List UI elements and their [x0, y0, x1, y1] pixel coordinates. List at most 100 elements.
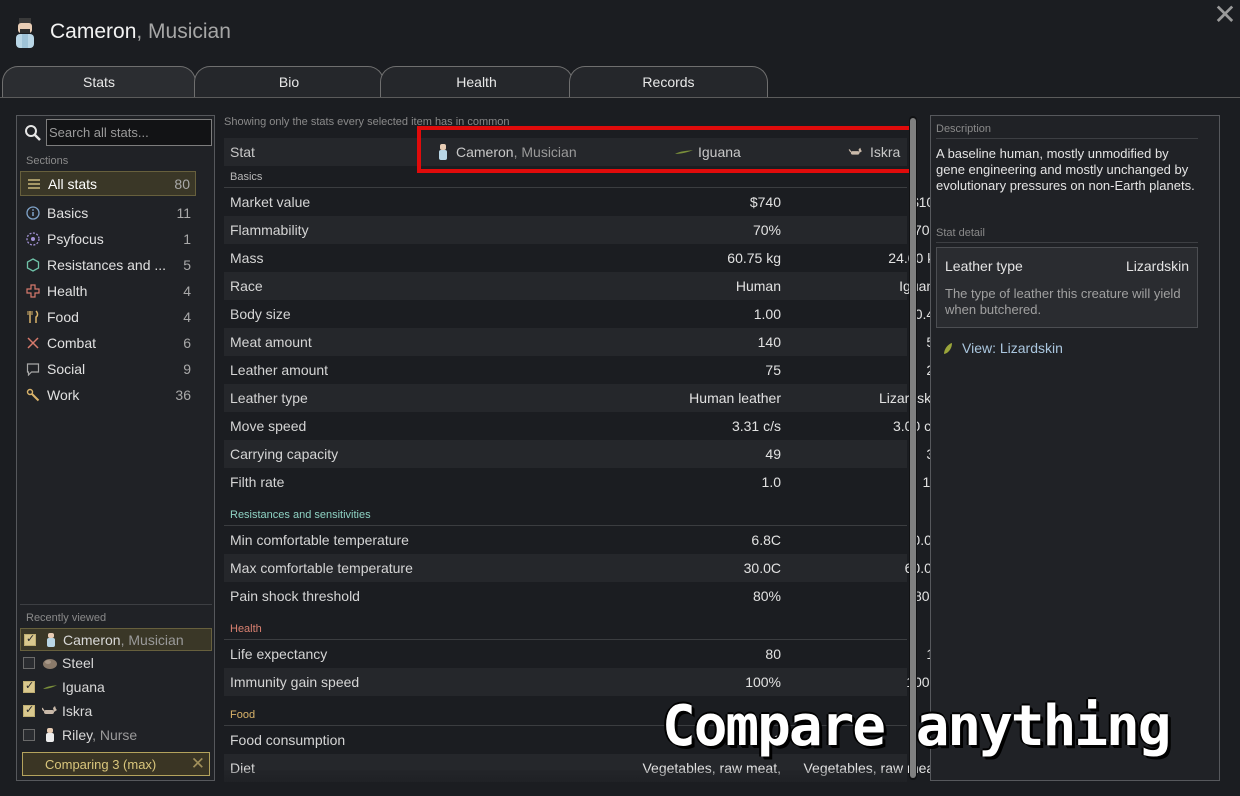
compare-checkbox[interactable] — [24, 632, 36, 646]
value-iguana: $100 — [910, 194, 942, 210]
details-panel — [930, 115, 1220, 781]
recent-item-iskra[interactable]: Iskra — [20, 700, 212, 723]
compare-checkbox[interactable] — [23, 729, 35, 741]
recent-item-iguana[interactable]: Iguana — [20, 676, 212, 699]
sidebar-item-count: 5 — [183, 257, 191, 273]
sidebar-item-label: Food — [47, 309, 79, 325]
view-link-label: View: Lizardskin — [962, 340, 1063, 356]
sidebar-item-health[interactable]: Health 4 — [20, 279, 196, 304]
value-iguana: Lizardskin — [784, 390, 942, 406]
stat-name: Meat amount — [230, 334, 312, 350]
value-cameron: 1.00 — [753, 306, 781, 322]
table-row[interactable]: Mass60.75 kg24.00 kg19.20 kg — [224, 244, 1102, 272]
description-label: Description — [936, 123, 992, 135]
comparing-badge: Comparing 3 (max) ✕ — [22, 752, 210, 776]
group-header: Health — [224, 618, 907, 640]
sidebar-item-label: Health — [47, 283, 88, 299]
recent-item-label: Cameron, Musician — [63, 632, 184, 648]
table-row[interactable]: Meat amount1405645 — [224, 328, 1102, 356]
clear-comparison-button[interactable]: ✕ — [191, 754, 205, 774]
recent-item-steel[interactable]: Steel — [20, 652, 212, 675]
table-row[interactable]: Flammability70%70%70% — [224, 216, 1102, 244]
stat-name: Leather amount — [230, 362, 329, 378]
compare-checkbox[interactable] — [23, 679, 35, 693]
sidebar-item-combat[interactable]: Combat 6 — [20, 331, 196, 356]
sidebar-item-psyfocus[interactable]: Psyfocus 1 — [20, 227, 196, 252]
tab-bio[interactable]: Bio — [194, 66, 384, 97]
value-cameron: 1.0 — [761, 474, 781, 490]
value-iguana: 30 — [784, 446, 942, 462]
tab-stats[interactable]: Stats — [2, 66, 196, 97]
recent-item-cameron[interactable]: Cameron, Musician — [20, 628, 212, 651]
value-iguana: 22 — [784, 362, 942, 378]
leather-icon — [944, 343, 952, 354]
stat-name: Market value — [230, 194, 311, 210]
value-cameron: 75 — [765, 362, 781, 378]
table-row[interactable]: Body size1.000.400.32 — [224, 300, 1102, 328]
group-label: Resistances and sensitivities — [230, 509, 371, 521]
scrollbar-thumb[interactable] — [910, 118, 916, 778]
value-iguana: 56 — [784, 334, 942, 350]
sidebar-item-all-stats[interactable]: All stats 80 — [20, 171, 196, 196]
table-row[interactable]: Max comfortable temperature30.0C60.0C40.… — [224, 554, 1102, 582]
value-cameron: 80% — [752, 588, 781, 604]
stat-name: Pain shock threshold — [230, 588, 360, 604]
sidebar-item-label: All stats — [48, 176, 98, 192]
sidebar-item-label: Psyfocus — [47, 231, 104, 247]
crossed-swords-icon — [27, 337, 39, 349]
compare-checkbox[interactable] — [23, 657, 35, 669]
table-row[interactable]: Filth rate1.01.01.0 — [224, 468, 1102, 496]
iguana-icon — [43, 685, 57, 689]
value-iguana: 1.0 — [784, 474, 942, 490]
view-lizardskin-link[interactable]: View: Lizardskin — [942, 339, 1082, 359]
window-title: Cameron, Musician — [50, 20, 231, 43]
stat-name: Leather type — [230, 390, 308, 406]
table-row[interactable]: RaceHumanIguanaCat — [224, 272, 1102, 300]
compare-checkbox[interactable] — [23, 703, 35, 717]
close-button[interactable]: ✕ — [1212, 1, 1238, 29]
table-row[interactable]: Pain shock threshold80%80%80% — [224, 582, 1102, 610]
sidebar-item-label: Basics — [47, 205, 89, 221]
divider — [936, 138, 1198, 139]
stat-name: Life expectancy — [230, 646, 328, 662]
table-fade — [224, 770, 907, 796]
sidebar-item-basics[interactable]: Basics 11 — [20, 201, 196, 226]
value-cameron: 49 — [765, 446, 781, 462]
value-iguana: Iguana — [899, 278, 942, 294]
table-row[interactable]: Market value$740$100$100 — [224, 188, 1102, 216]
value-iguana: 70% — [913, 222, 942, 238]
cat-icon — [42, 706, 57, 714]
sidebar-item-resistances[interactable]: Resistances and ... 5 — [20, 253, 196, 278]
stat-name: Min comfortable temperature — [230, 532, 409, 548]
recent-item-label: Steel — [62, 655, 94, 671]
recent-item-riley[interactable]: Riley, Nurse — [20, 724, 212, 747]
sidebar-item-count: 6 — [183, 335, 191, 351]
search-input[interactable]: Search all stats... — [46, 119, 212, 146]
table-row[interactable]: Min comfortable temperature6.8C0.0C-25.0… — [224, 526, 1102, 554]
table-row[interactable]: Leather amount752220 — [224, 356, 1102, 384]
colonist-icon — [46, 728, 54, 742]
stat-name: Mass — [230, 250, 264, 266]
table-row[interactable]: Life expectancy801210 — [224, 640, 1102, 668]
stat-name: Body size — [230, 306, 291, 322]
table-row[interactable]: Carrying capacity493024 — [224, 440, 1102, 468]
table-row[interactable]: Leather typeHuman leatherLizardskinLight… — [224, 384, 1102, 412]
info-icon — [26, 206, 40, 220]
stat-detail-description: The type of leather this creature will y… — [945, 286, 1181, 317]
tab-records[interactable]: Records — [569, 66, 768, 97]
value-cameron: 3.31 c/s — [731, 418, 781, 434]
sidebar-item-food[interactable]: Food 4 — [20, 305, 196, 330]
list-icon — [28, 179, 40, 189]
stat-detail-name: Leather type — [945, 258, 1023, 274]
value-cameron: 80 — [765, 646, 781, 662]
stat-name: Food consumption — [230, 732, 346, 748]
sidebar-item-count: 80 — [174, 176, 190, 192]
recent-item-label: Iskra — [62, 703, 93, 719]
sidebar-item-social[interactable]: Social 9 — [20, 357, 196, 382]
table-row[interactable]: Move speed3.31 c/s3.00 c/s4.40 c/s — [224, 412, 1102, 440]
value-cameron: 100% — [745, 674, 781, 690]
sidebar-item-work[interactable]: Work 36 — [20, 383, 196, 408]
tab-health[interactable]: Health — [380, 66, 573, 97]
value-cameron: 140 — [757, 334, 781, 350]
table-row[interactable]: Immunity gain speed100%100%100% — [224, 668, 1102, 696]
